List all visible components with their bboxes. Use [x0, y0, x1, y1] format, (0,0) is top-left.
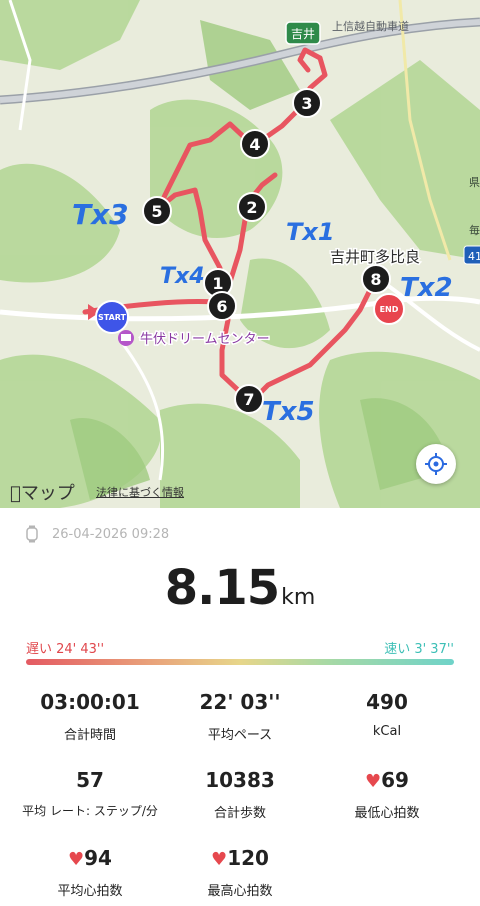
stat-cadence: 57 平均 レート: ステップ/分: [22, 768, 158, 818]
crosshair-icon: [425, 453, 447, 475]
marker-5[interactable]: 5: [142, 196, 172, 226]
side-label: 毎: [469, 224, 480, 237]
town-label: 吉井町多比良: [330, 248, 420, 266]
pace-gradient-bar: [26, 659, 454, 665]
annotation-tx3: Tx3: [72, 198, 129, 231]
stat-avg-heart-rate: ♥94 平均心拍数: [57, 846, 123, 899]
svg-text:吉井: 吉井: [291, 27, 315, 41]
marker-8[interactable]: 8: [361, 264, 391, 294]
stat-total-time: 03:00:01 合計時間: [40, 690, 140, 743]
heart-icon: ♥: [365, 771, 382, 792]
distance-unit: km: [281, 585, 316, 610]
annotation-tx5: Tx5: [262, 397, 315, 427]
workout-datetime: 26-04-2026 09:28: [52, 526, 170, 542]
svg-text:1: 1: [212, 274, 223, 293]
svg-text:5: 5: [151, 202, 162, 221]
svg-text:牛伏ドリームセンター: 牛伏ドリームセンター: [140, 332, 270, 347]
svg-text:3: 3: [301, 94, 312, 113]
svg-text:41: 41: [468, 250, 480, 263]
route-41-shield: 41: [463, 245, 480, 265]
svg-text:2: 2: [246, 198, 257, 217]
svg-text:8: 8: [370, 270, 381, 289]
workout-date-row: 26-04-2026 09:28: [26, 525, 169, 543]
apple-logo-icon: : [10, 483, 21, 504]
pace-fast-label: 速い 3' 37'': [384, 642, 454, 657]
pace-slow-label: 遅い 24' 43'': [26, 642, 105, 657]
prefecture-label: 県: [469, 176, 480, 189]
marker-4[interactable]: 4: [240, 129, 270, 159]
svg-text:4: 4: [249, 135, 260, 154]
marker-6[interactable]: 6: [207, 291, 237, 321]
route-map[interactable]: 3 4 5 2 1 6 7 8 START END 吉井 上信越自動車道 吉井町…: [0, 0, 480, 508]
highway-shield: 吉井: [285, 21, 321, 45]
locate-button[interactable]: [416, 444, 456, 484]
watch-icon: [26, 525, 38, 543]
annotation-tx4: Tx4: [160, 264, 205, 289]
distance-value: 8.15: [164, 560, 280, 616]
start-marker[interactable]: START: [95, 300, 129, 334]
marker-3[interactable]: 3: [292, 88, 322, 118]
annotation-tx1: Tx1: [286, 218, 335, 246]
distance-display: 8.15km: [0, 560, 480, 616]
marker-2[interactable]: 2: [237, 192, 267, 222]
svg-text:6: 6: [216, 297, 227, 316]
heart-icon: ♥: [68, 849, 85, 870]
workout-summary-panel: 26-04-2026 09:28 8.15km 遅い 24' 43'' 速い 3…: [0, 508, 480, 906]
facility-poi[interactable]: 牛伏ドリームセンター: [118, 330, 271, 349]
stat-kcal: 490 kCal: [366, 690, 408, 739]
heart-icon: ♥: [211, 849, 228, 870]
map-canvas[interactable]: 3 4 5 2 1 6 7 8 START END 吉井 上信越自動車道 吉井町…: [0, 0, 480, 508]
svg-text:7: 7: [243, 390, 254, 409]
marker-7[interactable]: 7: [234, 384, 264, 414]
svg-text:END: END: [380, 305, 399, 314]
stat-max-heart-rate: ♥120 最高心拍数: [207, 846, 273, 899]
legal-info-link[interactable]: 法律に基づく情報: [96, 484, 184, 500]
expressway-label: 上信越自動車道: [332, 19, 409, 33]
stat-min-heart-rate: ♥69 最低心拍数: [354, 768, 420, 821]
stat-total-steps: 10383 合計歩数: [205, 768, 275, 821]
apple-maps-brand: マップ: [10, 483, 75, 504]
svg-text:START: START: [98, 313, 127, 322]
stat-avg-pace: 22' 03'' 平均ペース: [199, 690, 281, 743]
annotation-tx2: Tx2: [400, 273, 453, 303]
